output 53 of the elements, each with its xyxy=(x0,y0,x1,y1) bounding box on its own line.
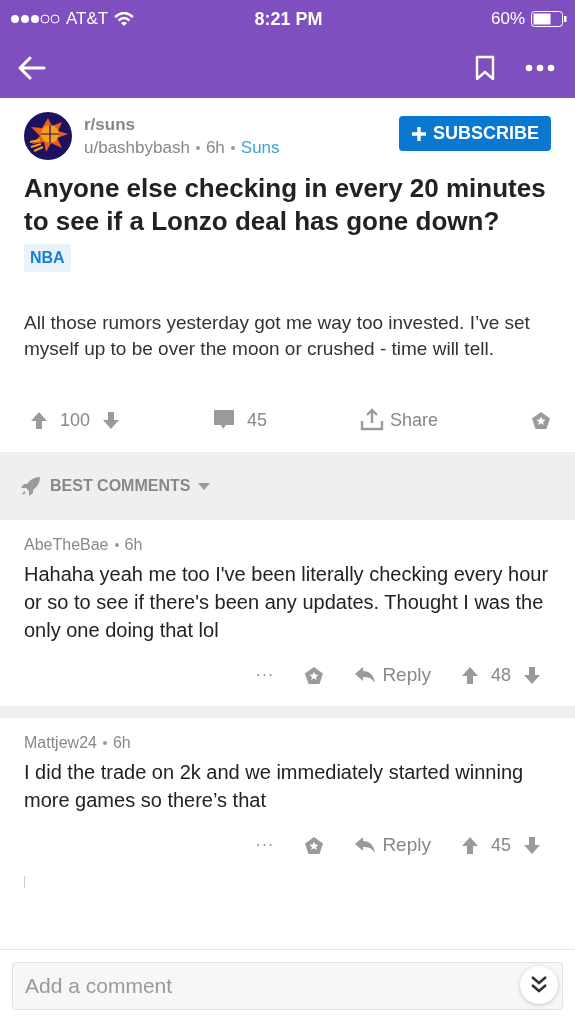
rocket-icon xyxy=(20,475,42,497)
carrier-name: AT&T xyxy=(66,9,109,29)
battery-percent: 60% xyxy=(490,9,525,29)
share-button[interactable]: Share xyxy=(360,408,439,432)
vote-score: 100 xyxy=(60,409,91,431)
expand-icon[interactable] xyxy=(519,965,559,1005)
comment-age: 6h xyxy=(112,734,131,752)
post-title: Anyone else checking in every 20 minutes to see if a Lonzo deal has gone down? xyxy=(24,172,547,238)
share-icon xyxy=(360,408,384,432)
back-icon[interactable] xyxy=(18,56,46,80)
wifi-icon xyxy=(114,11,135,27)
downvote-icon[interactable] xyxy=(523,665,541,685)
battery-icon xyxy=(531,11,567,27)
caret-icon xyxy=(198,482,211,490)
status-time: 8:21 PM xyxy=(254,8,323,30)
post-age: 6h xyxy=(205,137,225,159)
more-icon[interactable] xyxy=(525,64,555,72)
basketball-logo-icon[interactable] xyxy=(24,112,72,160)
comment-score: 45 xyxy=(490,834,511,856)
user-flair: Suns xyxy=(240,137,280,159)
sort-button[interactable]: BEST COMMENTS xyxy=(20,475,211,497)
star-icon[interactable] xyxy=(531,410,551,430)
upvote-icon[interactable] xyxy=(30,410,48,430)
post-body: All those rumors yesterday got me way too invested. I’ve set myself up to be over the moon or crushed - time will tell. xyxy=(24,311,531,361)
signal-icon xyxy=(10,13,60,25)
comment-count: 45 xyxy=(247,409,268,431)
comment-text: I did the trade on 2k and we immediately started winning more games so there’s that xyxy=(24,760,525,813)
comment-score: 48 xyxy=(490,664,511,686)
downvote-icon[interactable] xyxy=(523,835,541,855)
upvote-icon[interactable] xyxy=(460,665,479,685)
post-tag[interactable]: NBA xyxy=(24,244,71,272)
comment-author[interactable]: AbeTheBae xyxy=(24,536,109,554)
more-button[interactable]: ··· xyxy=(255,666,275,684)
upvote-icon[interactable] xyxy=(460,835,479,855)
subreddit-name[interactable]: r/suns xyxy=(84,113,387,136)
comments-button[interactable]: 45 xyxy=(213,409,268,431)
bookmark-icon[interactable] xyxy=(475,55,495,81)
plus-icon xyxy=(411,125,427,142)
reply-icon xyxy=(354,836,377,854)
comment-icon xyxy=(213,409,235,431)
comment-field[interactable]: Add a comment xyxy=(12,962,563,1010)
downvote-icon[interactable] xyxy=(102,410,121,430)
comment-text: Hahaha yeah me too I've been literally checking every hour or so to see if there's been any updates. Thought I was the only one doing that lol xyxy=(24,562,550,643)
comment-age: 6h xyxy=(124,536,143,554)
reply-button[interactable]: Reply xyxy=(354,834,431,856)
subscribe-button[interactable]: SUBSCRIBE xyxy=(399,116,551,151)
reply-button[interactable]: Reply xyxy=(354,664,431,686)
more-button[interactable]: ··· xyxy=(255,836,275,854)
comment-author[interactable]: Mattjew24 xyxy=(24,734,97,752)
post-author[interactable]: u/bashbybash xyxy=(84,136,190,159)
star-icon[interactable] xyxy=(304,665,325,685)
reply-icon xyxy=(354,666,377,684)
star-icon[interactable] xyxy=(304,835,325,855)
